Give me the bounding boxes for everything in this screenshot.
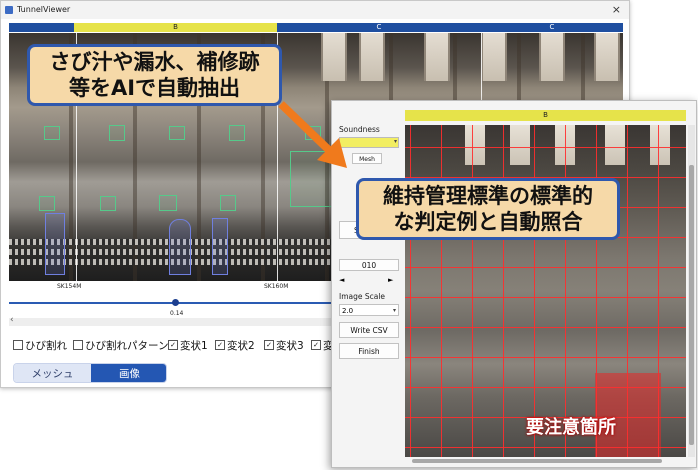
standard-matching-callout: 維持管理標準の標準的 な判定例と自動照合 [356,178,620,240]
mesh-grid-line [503,125,504,457]
section-band: C [481,23,623,32]
checkbox-deformation-3[interactable]: ✓ 変状3 [264,338,304,353]
mesh-grid-line [405,357,686,358]
view-image-button[interactable]: 画像 [91,364,166,382]
chevron-down-icon[interactable]: ▾ [394,138,397,145]
judgement-window: B Soundness ▾ Mesh S 010 ◄ ► Image Scale… [331,100,697,468]
mesh-grid-line [405,447,686,448]
mesh-grid-line [441,125,442,457]
title-bar: TunnelViewer × [1,1,629,19]
lining-pillar [465,125,485,165]
callout-line: さび汁や漏水、補修跡 [49,50,260,74]
checkbox-deformation-1[interactable]: ✓ 変状1 [168,338,208,353]
checkbox-label: ひび割れパターン [85,340,169,352]
mesh-tab[interactable]: Mesh [352,153,382,164]
detection-box[interactable] [220,195,236,211]
section-band [9,23,74,32]
image-scale-label: Image Scale [339,292,386,301]
callout-line: な判定例と自動照合 [393,210,583,234]
lining-pillar [650,125,670,165]
mesh-grid-line [534,125,535,457]
slider-value: 0.14 [170,310,184,317]
checkbox-label: 変状2 [227,340,255,352]
section-band: C [277,23,481,32]
section-band: B [405,110,686,121]
previous-icon[interactable]: ◄ [339,276,344,284]
lining-pillar [481,33,507,81]
mesh-grid-line [472,125,473,457]
mesh-grid-line [405,387,686,388]
lining-pillar [510,125,530,165]
checkbox-crack[interactable]: ひび割れ [13,338,67,353]
mesh-grid-line [410,125,411,457]
checkbox-label: ひび割れ [25,340,67,352]
mesh-grid-line [596,125,597,457]
app-icon [5,6,13,14]
lining-pillar [359,33,385,81]
scroll-left-icon[interactable]: ‹ [10,315,14,325]
checkbox-unchecked-icon[interactable] [13,340,23,350]
detection-box[interactable] [169,126,185,140]
vertical-scrollbar[interactable] [688,125,695,457]
mesh-image[interactable] [405,125,686,457]
mesh-grid-line [658,125,659,457]
image-scale-value: 2.0 [342,307,354,315]
checkbox-label: 変状3 [276,340,304,352]
horizontal-scrollbar-thumb[interactable] [412,459,662,463]
write-csv-button[interactable]: Write CSV [339,322,399,338]
callout-line: 維持管理標準の標準的 [383,184,593,208]
image-scale-select[interactable]: 2.0 ▾ [339,304,399,316]
checkbox-checked-icon[interactable]: ✓ [311,340,321,350]
checkbox-checked-icon[interactable]: ✓ [264,340,274,350]
arrow-shaft [278,101,336,157]
distance-label: SK154M [57,283,82,290]
detection-box[interactable] [44,126,60,140]
chevron-down-icon[interactable]: ▾ [393,305,396,317]
section-band: B [74,23,277,32]
checkbox-checked-icon[interactable]: ✓ [168,340,178,350]
callout-arrow-icon [278,101,347,168]
caution-area-label: 要注意箇所 [526,417,616,438]
checkbox-unchecked-icon[interactable] [73,340,83,350]
lining-pillar [539,33,565,81]
close-icon[interactable]: × [612,1,621,19]
detection-box[interactable] [229,125,245,141]
scrollbar-thumb[interactable] [689,165,694,445]
distance-label: SK160M [264,283,289,290]
checkbox-label: 変状1 [180,340,208,352]
window-title: TunnelViewer [17,5,71,14]
lining-pillar [594,33,620,81]
finish-button[interactable]: Finish [339,343,399,359]
mesh-grid-line [405,297,686,298]
lining-pillar [605,125,625,165]
mesh-grid-line [565,125,566,457]
detection-box[interactable] [109,125,125,141]
mesh-grid-line [405,147,686,148]
checkbox-deformation-2[interactable]: ✓ 変状2 [215,338,255,353]
detection-box[interactable] [100,196,116,211]
detection-box[interactable] [159,195,177,211]
callout-line: 等をAIで自動抽出 [68,76,241,100]
detection-box[interactable] [39,196,55,211]
lining-pillar [424,33,450,81]
checkbox-crack-pattern[interactable]: ひび割れパターン [73,338,168,353]
lining-pillar [321,33,347,81]
mesh-grid-line [627,125,628,457]
position-slider-knob[interactable] [172,299,179,306]
checkbox-checked-icon[interactable]: ✓ [215,340,225,350]
leak-detection-box[interactable] [45,213,65,275]
view-mesh-button[interactable]: メッシュ [14,364,91,382]
mesh-grid-line [405,327,686,328]
leak-detection-box[interactable] [169,219,191,275]
page-number-field[interactable]: 010 [339,259,399,271]
ai-extraction-callout: さび汁や漏水、補修跡 等をAIで自動抽出 [27,44,282,106]
view-toggle: メッシュ 画像 [13,363,167,383]
leak-detection-box[interactable] [212,218,228,275]
next-icon[interactable]: ► [388,276,393,284]
mesh-grid-line [405,267,686,268]
